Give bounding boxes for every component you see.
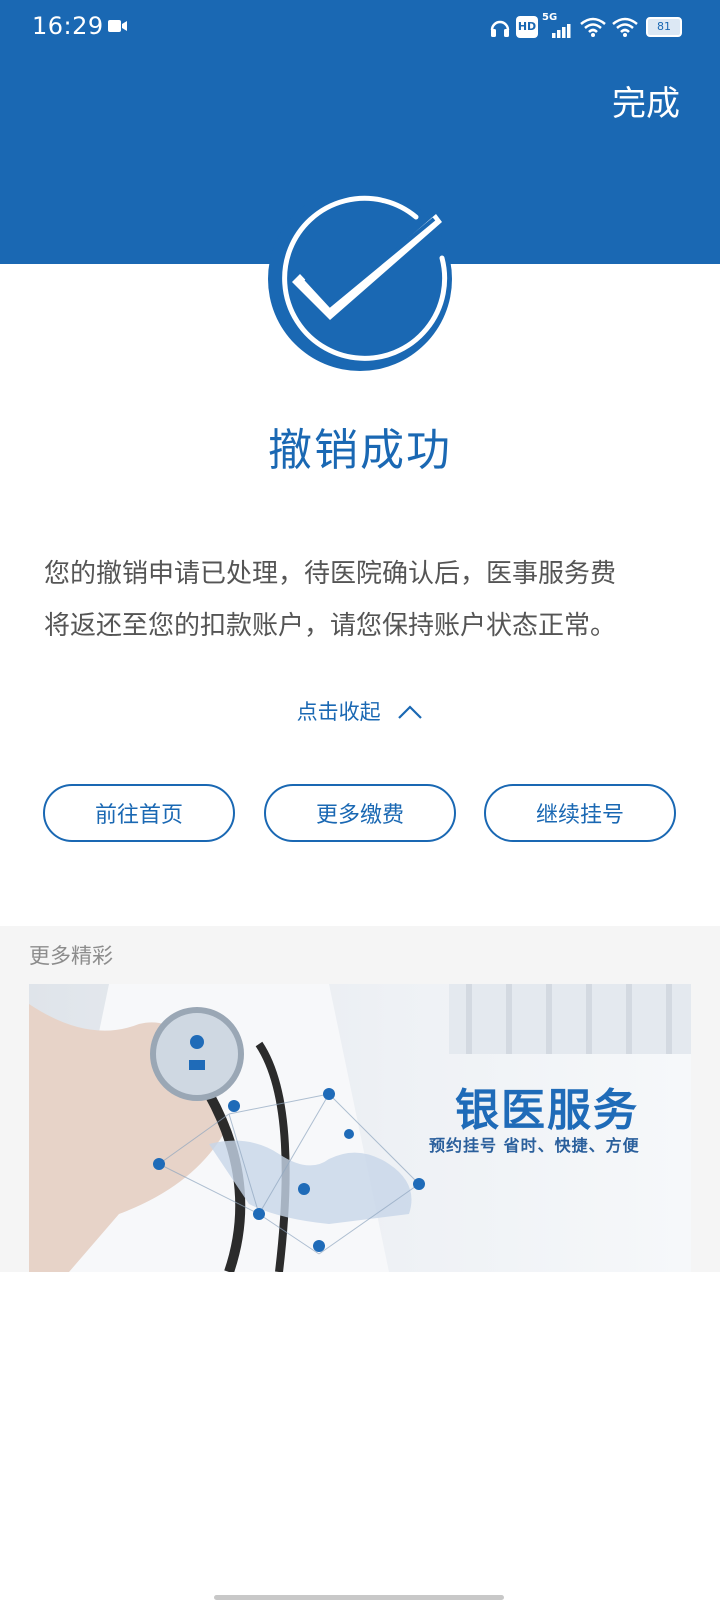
more-section: 更多精彩 银医服务 预约挂号 省时、快捷、方便 — [0, 926, 720, 1272]
home-indicator[interactable] — [214, 1595, 504, 1600]
cellular-5g-label: 5G — [542, 12, 558, 23]
result-message-line: 您的撤销申请已处理，待医院确认后，医事服务费 — [44, 559, 617, 589]
continue-registration-button[interactable]: 继续挂号 — [484, 784, 676, 842]
hd-icon: HD — [516, 16, 538, 38]
more-payment-button[interactable]: 更多缴费 — [264, 784, 456, 842]
more-section-title: 更多精彩 — [29, 944, 113, 968]
status-icons: HD 5G 81 — [490, 12, 690, 42]
wifi-icon — [580, 16, 606, 42]
done-button[interactable]: 完成 — [612, 76, 680, 125]
video-camera-icon — [108, 18, 128, 38]
collapse-label: 点击收起 — [296, 700, 381, 724]
status-time: 16:29 — [32, 12, 104, 40]
battery-icon: 81 — [646, 17, 682, 37]
result-message-line: 将返还至您的扣款账户，请您保持账户状态正常。 — [44, 611, 617, 641]
banner-title: 银医服务 — [455, 1085, 639, 1136]
banner-subtitle: 预约挂号 省时、快捷、方便 — [429, 1136, 640, 1155]
promo-banner[interactable]: 银医服务 预约挂号 省时、快捷、方便 — [29, 984, 691, 1272]
collapse-toggle[interactable]: 点击收起 — [0, 696, 720, 726]
chevron-up-icon — [397, 701, 423, 725]
result-title: 撤销成功 — [268, 425, 452, 476]
check-circle-icon — [262, 186, 458, 372]
headphones-icon — [490, 16, 510, 42]
wifi-icon — [612, 16, 638, 42]
status-bar: 16:29 HD 5G 81 — [0, 0, 720, 56]
result-message: 您的撤销申请已处理，待医院确认后，医事服务费 将返还至您的扣款账户，请您保持账户… — [44, 548, 684, 652]
go-home-button[interactable]: 前往首页 — [43, 784, 235, 842]
